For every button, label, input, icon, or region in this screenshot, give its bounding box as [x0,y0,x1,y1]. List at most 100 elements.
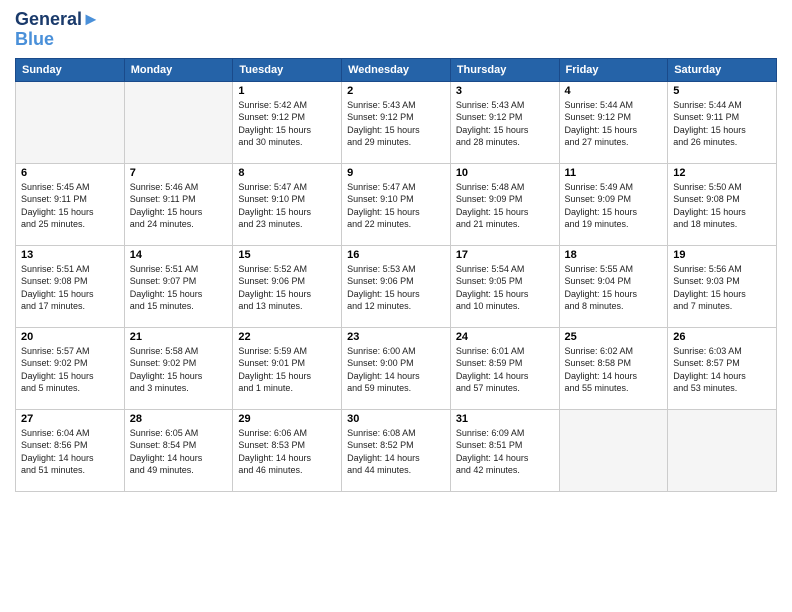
day-info: Sunrise: 6:02 AM Sunset: 8:58 PM Dayligh… [565,345,663,395]
calendar-week-4: 20 Sunrise: 5:57 AM Sunset: 9:02 PM Dayli… [16,327,777,409]
weekday-header-tuesday: Tuesday [233,58,342,81]
day-info: Sunrise: 6:05 AM Sunset: 8:54 PM Dayligh… [130,427,228,477]
day-number: 22 [238,331,336,343]
calendar-table: SundayMondayTuesdayWednesdayThursdayFrid… [15,58,777,492]
day-number: 21 [130,331,228,343]
day-number: 20 [21,331,119,343]
day-number: 2 [347,85,445,97]
day-number: 17 [456,249,554,261]
calendar-cell: 4 Sunrise: 5:44 AM Sunset: 9:12 PM Daylig… [559,81,668,163]
calendar-cell: 25 Sunrise: 6:02 AM Sunset: 8:58 PM Dayli… [559,327,668,409]
day-number: 19 [673,249,771,261]
day-info: Sunrise: 6:00 AM Sunset: 9:00 PM Dayligh… [347,345,445,395]
calendar-cell: 22 Sunrise: 5:59 AM Sunset: 9:01 PM Dayli… [233,327,342,409]
calendar-week-2: 6Sunrise: 5:45 AM Sunset: 9:11 PM Daylig… [16,163,777,245]
calendar-cell [16,81,125,163]
day-number: 24 [456,331,554,343]
calendar-cell: 2Sunrise: 5:43 AM Sunset: 9:12 PM Daylig… [342,81,451,163]
day-number: 11 [565,167,663,179]
day-info: Sunrise: 6:08 AM Sunset: 8:52 PM Dayligh… [347,427,445,477]
calendar-cell: 29 Sunrise: 6:06 AM Sunset: 8:53 PM Dayli… [233,409,342,491]
day-info: Sunrise: 5:53 AM Sunset: 9:06 PM Dayligh… [347,263,445,313]
day-info: Sunrise: 5:51 AM Sunset: 9:08 PM Dayligh… [21,263,119,313]
calendar-cell: 24 Sunrise: 6:01 AM Sunset: 8:59 PM Dayli… [450,327,559,409]
calendar-cell: 16 Sunrise: 5:53 AM Sunset: 9:06 PM Dayli… [342,245,451,327]
calendar-cell: 30 Sunrise: 6:08 AM Sunset: 8:52 PM Dayli… [342,409,451,491]
calendar-cell: 28 Sunrise: 6:05 AM Sunset: 8:54 PM Dayli… [124,409,233,491]
day-info: Sunrise: 5:45 AM Sunset: 9:11 PM Dayligh… [21,181,119,231]
day-number: 18 [565,249,663,261]
day-info: Sunrise: 5:55 AM Sunset: 9:04 PM Dayligh… [565,263,663,313]
calendar-cell: 11 Sunrise: 5:49 AM Sunset: 9:09 PM Dayli… [559,163,668,245]
day-number: 28 [130,413,228,425]
weekday-header-wednesday: Wednesday [342,58,451,81]
weekday-header-row: SundayMondayTuesdayWednesdayThursdayFrid… [16,58,777,81]
weekday-header-monday: Monday [124,58,233,81]
calendar-cell: 31 Sunrise: 6:09 AM Sunset: 8:51 PM Dayli… [450,409,559,491]
page-container: General► Blue SundayMondayTuesdayWednesd… [0,0,792,502]
day-info: Sunrise: 5:44 AM Sunset: 9:12 PM Dayligh… [565,99,663,149]
day-info: Sunrise: 5:57 AM Sunset: 9:02 PM Dayligh… [21,345,119,395]
day-number: 23 [347,331,445,343]
calendar-cell [559,409,668,491]
calendar-cell: 7Sunrise: 5:46 AM Sunset: 9:11 PM Daylig… [124,163,233,245]
calendar-cell: 6Sunrise: 5:45 AM Sunset: 9:11 PM Daylig… [16,163,125,245]
day-info: Sunrise: 6:03 AM Sunset: 8:57 PM Dayligh… [673,345,771,395]
calendar-cell: 26Sunrise: 6:03 AM Sunset: 8:57 PM Dayli… [668,327,777,409]
weekday-header-saturday: Saturday [668,58,777,81]
weekday-header-sunday: Sunday [16,58,125,81]
day-number: 30 [347,413,445,425]
calendar-cell: 3Sunrise: 5:43 AM Sunset: 9:12 PM Daylig… [450,81,559,163]
day-info: Sunrise: 6:06 AM Sunset: 8:53 PM Dayligh… [238,427,336,477]
day-number: 27 [21,413,119,425]
day-number: 4 [565,85,663,97]
day-info: Sunrise: 6:09 AM Sunset: 8:51 PM Dayligh… [456,427,554,477]
calendar-cell: 27Sunrise: 6:04 AM Sunset: 8:56 PM Dayli… [16,409,125,491]
day-number: 5 [673,85,771,97]
day-info: Sunrise: 5:42 AM Sunset: 9:12 PM Dayligh… [238,99,336,149]
weekday-header-thursday: Thursday [450,58,559,81]
calendar-cell: 10Sunrise: 5:48 AM Sunset: 9:09 PM Dayli… [450,163,559,245]
calendar-cell: 20 Sunrise: 5:57 AM Sunset: 9:02 PM Dayli… [16,327,125,409]
day-number: 16 [347,249,445,261]
calendar-cell: 5 Sunrise: 5:44 AM Sunset: 9:11 PM Daylig… [668,81,777,163]
day-info: Sunrise: 5:47 AM Sunset: 9:10 PM Dayligh… [347,181,445,231]
logo-blue: Blue [15,30,100,50]
day-number: 8 [238,167,336,179]
day-info: Sunrise: 5:51 AM Sunset: 9:07 PM Dayligh… [130,263,228,313]
calendar-cell: 1 Sunrise: 5:42 AM Sunset: 9:12 PM Daylig… [233,81,342,163]
calendar-cell: 14 Sunrise: 5:51 AM Sunset: 9:07 PM Dayli… [124,245,233,327]
day-info: Sunrise: 5:56 AM Sunset: 9:03 PM Dayligh… [673,263,771,313]
day-number: 1 [238,85,336,97]
day-info: Sunrise: 5:50 AM Sunset: 9:08 PM Dayligh… [673,181,771,231]
calendar-cell: 21Sunrise: 5:58 AM Sunset: 9:02 PM Dayli… [124,327,233,409]
day-info: Sunrise: 6:01 AM Sunset: 8:59 PM Dayligh… [456,345,554,395]
day-info: Sunrise: 5:52 AM Sunset: 9:06 PM Dayligh… [238,263,336,313]
header: General► Blue [15,10,777,50]
calendar-cell: 18 Sunrise: 5:55 AM Sunset: 9:04 PM Dayli… [559,245,668,327]
day-info: Sunrise: 5:59 AM Sunset: 9:01 PM Dayligh… [238,345,336,395]
day-number: 31 [456,413,554,425]
logo-text: General► [15,10,100,30]
day-info: Sunrise: 5:46 AM Sunset: 9:11 PM Dayligh… [130,181,228,231]
logo: General► Blue [15,10,100,50]
day-number: 29 [238,413,336,425]
weekday-header-friday: Friday [559,58,668,81]
day-number: 15 [238,249,336,261]
day-info: Sunrise: 5:44 AM Sunset: 9:11 PM Dayligh… [673,99,771,149]
day-number: 9 [347,167,445,179]
calendar-cell: 23 Sunrise: 6:00 AM Sunset: 9:00 PM Dayli… [342,327,451,409]
day-info: Sunrise: 5:48 AM Sunset: 9:09 PM Dayligh… [456,181,554,231]
day-info: Sunrise: 5:47 AM Sunset: 9:10 PM Dayligh… [238,181,336,231]
calendar-cell: 13 Sunrise: 5:51 AM Sunset: 9:08 PM Dayli… [16,245,125,327]
calendar-week-5: 27Sunrise: 6:04 AM Sunset: 8:56 PM Dayli… [16,409,777,491]
day-info: Sunrise: 5:49 AM Sunset: 9:09 PM Dayligh… [565,181,663,231]
calendar-cell: 8 Sunrise: 5:47 AM Sunset: 9:10 PM Daylig… [233,163,342,245]
calendar-cell [124,81,233,163]
day-number: 14 [130,249,228,261]
calendar-week-1: 1 Sunrise: 5:42 AM Sunset: 9:12 PM Daylig… [16,81,777,163]
day-number: 13 [21,249,119,261]
day-number: 25 [565,331,663,343]
calendar-cell: 12Sunrise: 5:50 AM Sunset: 9:08 PM Dayli… [668,163,777,245]
calendar-cell: 17Sunrise: 5:54 AM Sunset: 9:05 PM Dayli… [450,245,559,327]
